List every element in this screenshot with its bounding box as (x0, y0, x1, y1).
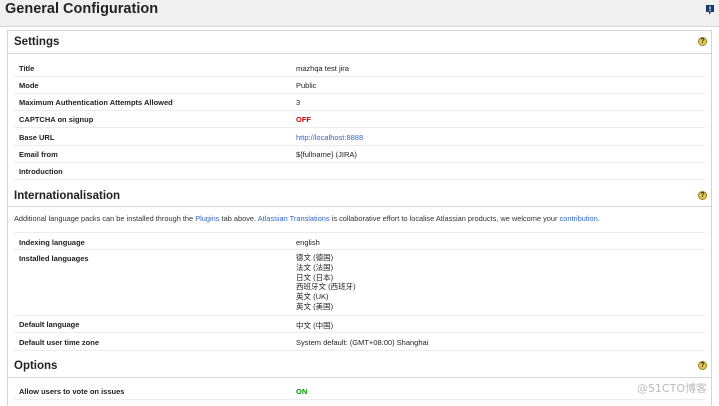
installed-languages-row: Installed languages 德文 (德国) 法文 (法国) 日文 (… (14, 250, 705, 316)
captcha-status: OFF (296, 115, 311, 124)
row-label: Base URL (19, 133, 55, 142)
settings-divider (7, 53, 712, 54)
row-label: Email from (19, 150, 58, 159)
watermark: @51CTO博客 (636, 382, 707, 395)
intro-text-part: . (597, 214, 600, 223)
language-item: 法文 (法国) (296, 262, 334, 272)
language-pack-intro: Additional language packs can be install… (14, 214, 600, 223)
settings-row-title: Title mazhqa test jira (14, 60, 705, 77)
voting-status: ON (296, 387, 308, 396)
row-value: english (296, 238, 320, 247)
internationalisation-help-icon[interactable]: ? (698, 191, 707, 200)
options-row-voting: Allow users to vote on issues ON (14, 383, 705, 400)
row-label: Default language (19, 320, 80, 329)
settings-row-introduction: Introduction (14, 163, 705, 180)
row-label: Default user time zone (19, 338, 100, 347)
contribution-link[interactable]: contribution (560, 214, 598, 223)
settings-row-mode: Mode Public (14, 77, 705, 94)
row-label: Title (19, 64, 35, 73)
row-label: Installed languages (19, 254, 89, 263)
row-label: Introduction (19, 167, 63, 176)
row-value: 3 (296, 98, 301, 107)
row-label: Maximum Authentication Attempts Allowed (19, 98, 173, 107)
language-item: 英文 (美国) (296, 301, 334, 311)
default-timezone-row: Default user time zone System default: (… (14, 333, 705, 351)
row-label: Mode (19, 81, 39, 90)
intro-text-part: tab above. (221, 214, 257, 223)
default-language-row: Default language 中文 (中国) (14, 316, 705, 333)
indexing-language-row: Indexing language english (14, 232, 705, 250)
language-item: 德文 (德国) (296, 253, 334, 262)
language-item: 日文 (日本) (296, 272, 334, 282)
internationalisation-divider (7, 206, 712, 207)
plugins-link[interactable]: Plugins (195, 214, 219, 223)
row-value: mazhqa test jira (296, 64, 349, 73)
row-value: Public (296, 81, 317, 90)
atlassian-translations-link[interactable]: Atlassian Translations (258, 214, 330, 223)
settings-row-captcha: CAPTCHA on signup OFF (14, 111, 705, 128)
settings-row-email-from: Email from ${fullname} (JIRA) (14, 146, 705, 163)
options-help-icon[interactable]: ? (698, 361, 707, 370)
internationalisation-section-title: Internationalisation (14, 190, 121, 202)
options-divider (7, 377, 712, 378)
row-label: Indexing language (19, 238, 85, 247)
base-url-link[interactable]: http://localhost:8888 (296, 133, 363, 142)
language-item: 英文 (UK) (296, 292, 329, 302)
settings-help-icon[interactable]: ? (698, 37, 707, 46)
installed-languages-list: 德文 (德国) 法文 (法国) 日文 (日本) 西班牙文 (西班牙) 英文 (U… (296, 253, 356, 312)
options-section-title: Options (14, 360, 58, 372)
row-value: ${fullname} (JIRA) (296, 150, 357, 159)
page-header: General Configuration (0, 0, 719, 27)
feedback-icon[interactable] (705, 4, 715, 16)
page-title: General Configuration (5, 1, 159, 17)
row-label: Allow users to vote on issues (19, 387, 125, 396)
settings-row-base-url: Base URL http://localhost:8888 (14, 128, 705, 146)
row-value: System default: (GMT+08:00) Shanghai (296, 338, 429, 347)
intro-text-part: Additional language packs can be install… (14, 214, 194, 223)
settings-section-title: Settings (14, 36, 60, 48)
row-value: 中文 (中国) (296, 321, 334, 330)
row-label: CAPTCHA on signup (19, 115, 94, 124)
intro-text-part: is collaborative effort to localise Atla… (331, 214, 558, 223)
language-item: 西班牙文 (西班牙) (296, 282, 356, 292)
settings-row-max-auth: Maximum Authentication Attempts Allowed … (14, 94, 705, 111)
